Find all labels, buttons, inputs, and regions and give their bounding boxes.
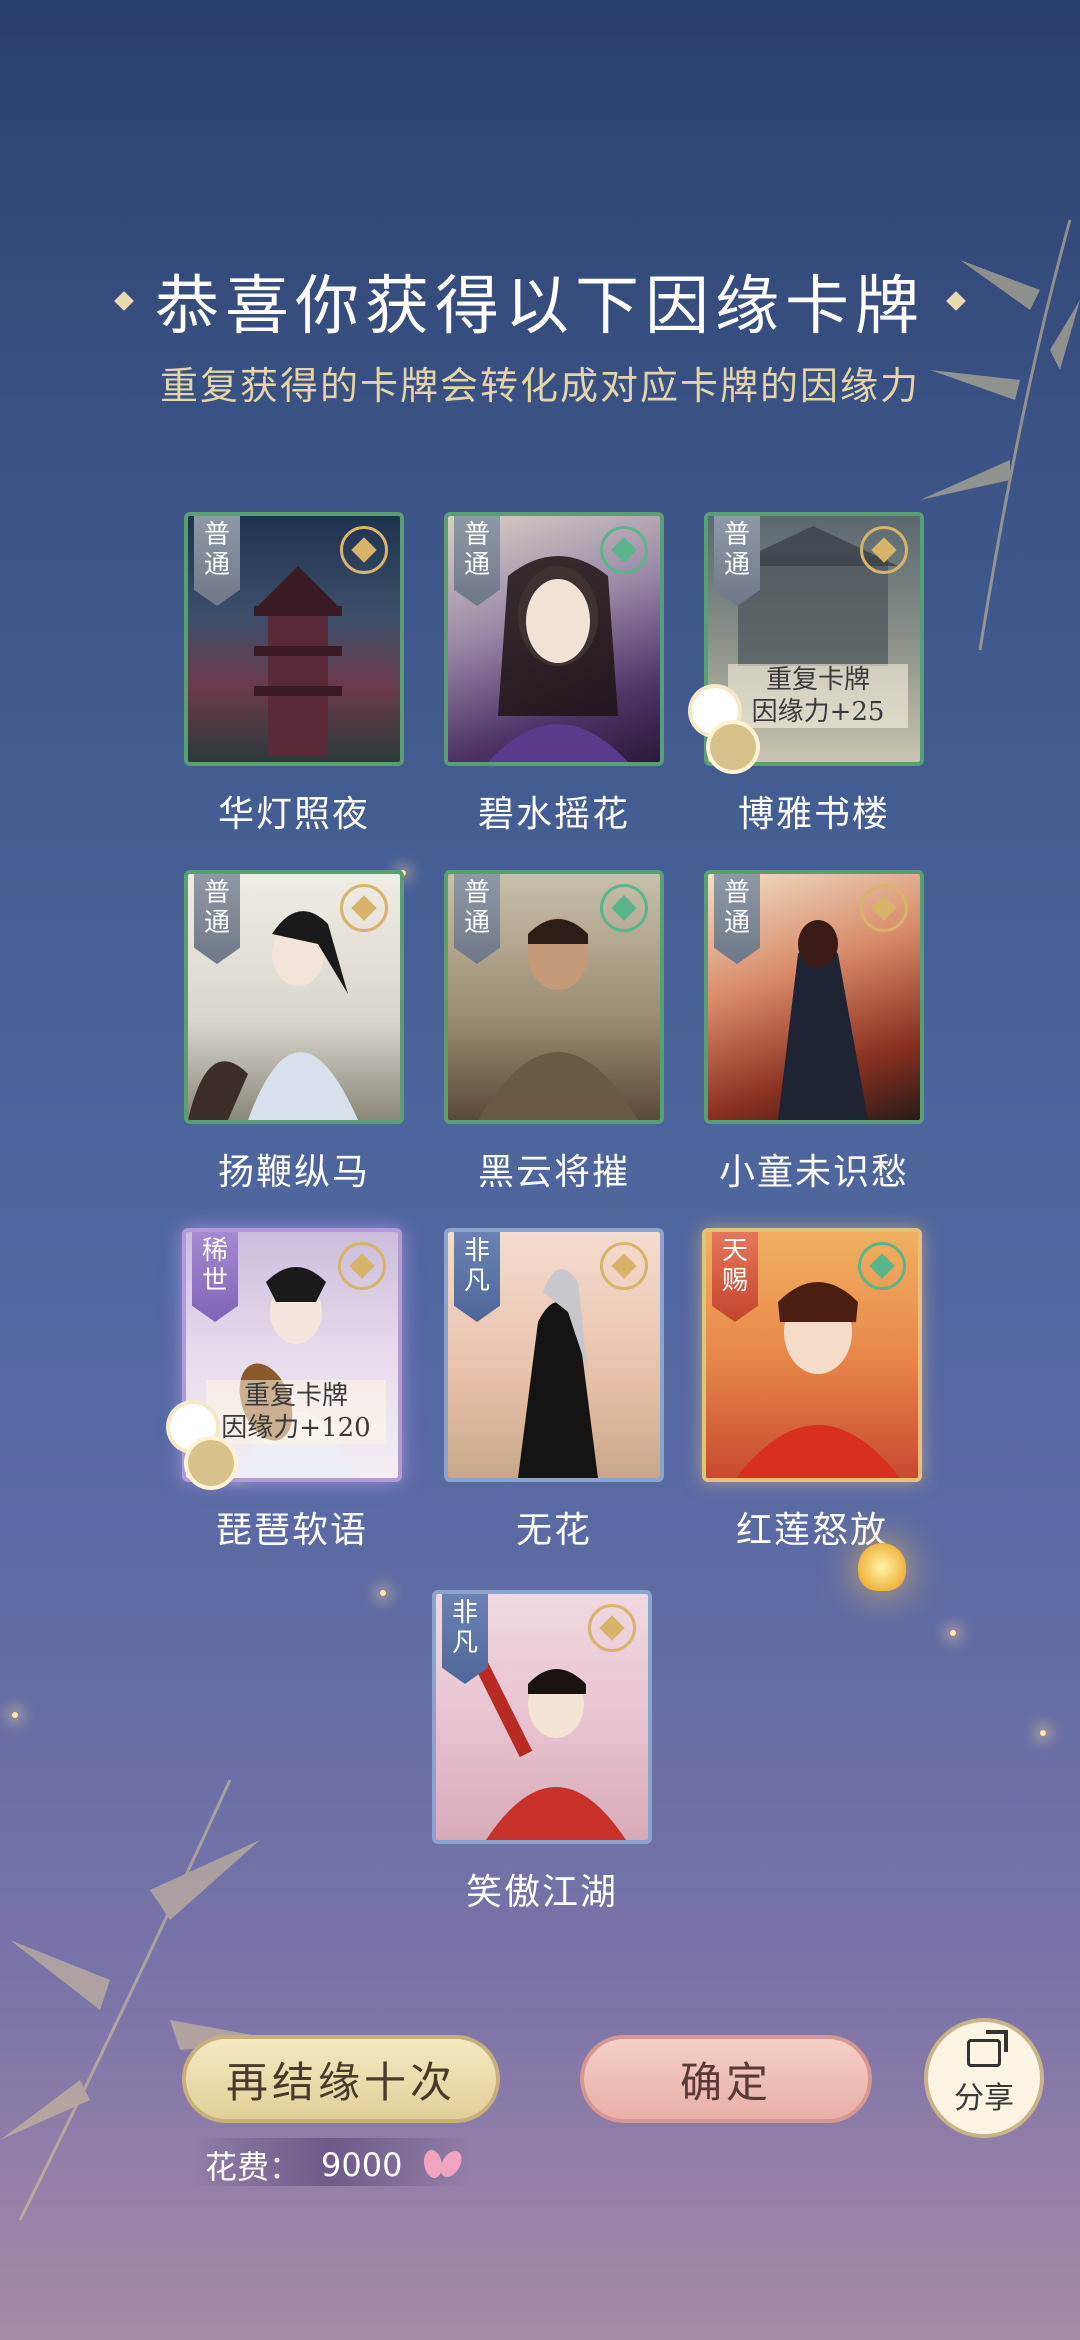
element-emblem-icon (340, 526, 388, 574)
rarity-tag: 普通 (714, 516, 760, 606)
card-name: 博雅书楼 (737, 794, 890, 835)
card-wu-hua[interactable]: 非凡 (444, 1228, 664, 1482)
card-xiao-ao-jiang-hu[interactable]: 非凡 (432, 1590, 652, 1844)
card-xiao-tong-wei-shi-chou[interactable]: 普通 (704, 870, 924, 1124)
page-title-text: 恭喜你获得以下因缘卡牌 (155, 270, 925, 344)
affinity-bonus: 因缘力+120 (221, 1413, 371, 1443)
duplicate-title: 重复卡牌 (765, 665, 870, 695)
card-hei-yun-jiang-cui[interactable]: 普通 (444, 870, 664, 1124)
flower-badge-icon (710, 724, 756, 770)
rarity-tag: 非凡 (442, 1594, 488, 1684)
card-name: 笑傲江湖 (465, 1872, 618, 1913)
duplicate-overlay: 重复卡牌 因缘力+25 (728, 664, 908, 728)
card-name: 碧水摇花 (477, 794, 630, 835)
sparkle (950, 1630, 956, 1636)
rarity-tag: 普通 (454, 874, 500, 964)
cost-value: 9000 (321, 2146, 403, 2184)
lotus-lantern-icon (840, 1535, 924, 1599)
diamond-ornament-icon (114, 291, 134, 311)
element-emblem-icon (860, 884, 908, 932)
rarity-tag: 普通 (714, 874, 760, 964)
sparkle (1040, 1730, 1046, 1736)
element-emblem-icon (338, 1242, 386, 1290)
card-name: 小童未识愁 (718, 1152, 909, 1193)
affinity-bonus: 因缘力+25 (751, 697, 885, 727)
sparkle (12, 1712, 18, 1718)
duplicate-overlay: 重复卡牌 因缘力+120 (206, 1380, 386, 1444)
header: 恭喜你获得以下因缘卡牌 (0, 255, 1080, 347)
element-emblem-icon (860, 526, 908, 574)
rarity-tag: 非凡 (454, 1232, 500, 1322)
card-hong-lian-nu-fang[interactable]: 天赐 (702, 1228, 922, 1482)
card-name: 华灯照夜 (217, 794, 370, 835)
duplicate-title: 重复卡牌 (243, 1381, 348, 1411)
share-icon (967, 2039, 1001, 2067)
rarity-tag: 普通 (194, 516, 240, 606)
page-subtitle: 重复获得的卡牌会转化成对应卡牌的因缘力 (159, 364, 920, 408)
element-emblem-icon (600, 1242, 648, 1290)
card-name: 无花 (515, 1510, 592, 1551)
element-emblem-icon (600, 526, 648, 574)
rarity-tag: 稀世 (192, 1232, 238, 1322)
share-button[interactable]: 分享 (924, 2018, 1044, 2138)
element-emblem-icon (858, 1242, 906, 1290)
cost-display: 花费： 9000 (205, 2142, 462, 2188)
rarity-tag: 天赐 (712, 1232, 758, 1322)
card-bi-shui-yao-hua[interactable]: 普通 (444, 512, 664, 766)
cost-label: 花费： (205, 2148, 302, 2186)
share-label: 分享 (954, 2081, 1014, 2116)
rarity-tag: 普通 (454, 516, 500, 606)
element-emblem-icon (588, 1604, 636, 1652)
card-name: 琵琶软语 (215, 1510, 368, 1551)
page-title: 恭喜你获得以下因缘卡牌 (114, 255, 966, 347)
sparkle (380, 1590, 386, 1596)
rarity-tag: 普通 (194, 874, 240, 964)
card-hua-deng-zhao-ye[interactable]: 普通 (184, 512, 404, 766)
element-emblem-icon (340, 884, 388, 932)
confirm-button[interactable]: 确定 (580, 2035, 872, 2123)
card-name: 黑云将摧 (477, 1152, 630, 1193)
draw-ten-again-button[interactable]: 再结缘十次 (182, 2035, 500, 2123)
butterfly-icon (422, 2148, 462, 2182)
element-emblem-icon (600, 884, 648, 932)
card-name: 扬鞭纵马 (217, 1152, 370, 1193)
card-yang-bian-zong-ma[interactable]: 普通 (184, 870, 404, 1124)
diamond-ornament-icon (946, 291, 966, 311)
flower-badge-icon (188, 1440, 234, 1486)
